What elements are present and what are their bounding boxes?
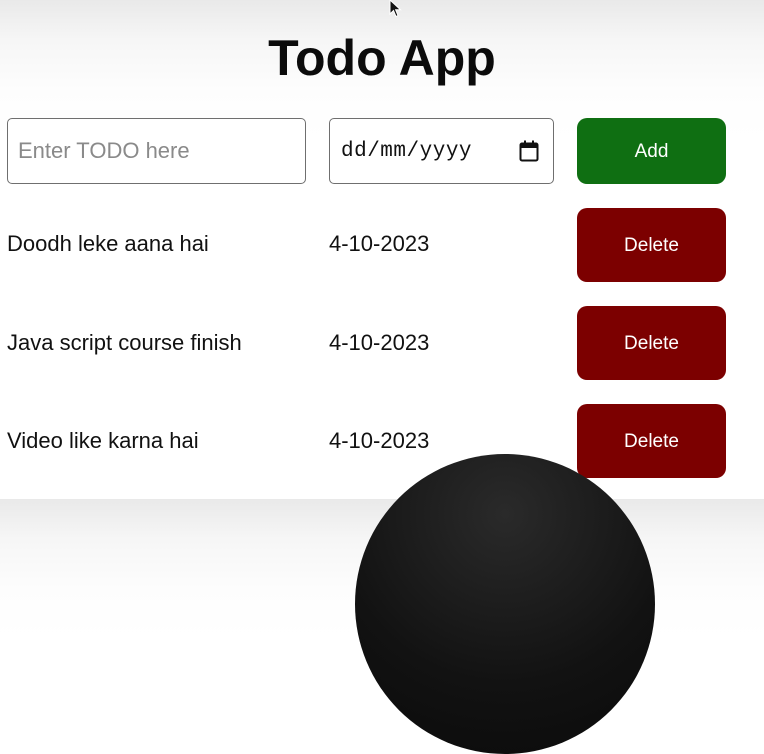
todo-name: Java script course finish [7, 330, 242, 355]
date-input[interactable]: dd/mm/yyyy [329, 118, 554, 184]
calendar-icon[interactable] [519, 140, 539, 162]
todo-date: 4-10-2023 [329, 428, 430, 453]
mouse-cursor-icon [389, 0, 402, 18]
webcam-overlay [355, 454, 655, 754]
todo-input[interactable] [7, 118, 306, 184]
add-button[interactable]: Add [577, 118, 726, 184]
delete-button[interactable]: Delete [577, 404, 726, 478]
delete-button[interactable]: Delete [577, 306, 726, 380]
page-title: Todo App [268, 30, 496, 86]
todo-date: 4-10-2023 [329, 231, 430, 256]
todo-name: Video like karna hai [7, 428, 199, 453]
date-placeholder: dd/mm/yyyy [341, 140, 473, 163]
delete-button[interactable]: Delete [577, 208, 726, 282]
todo-name: Doodh leke aana hai [7, 231, 209, 256]
todo-date: 4-10-2023 [329, 330, 430, 355]
